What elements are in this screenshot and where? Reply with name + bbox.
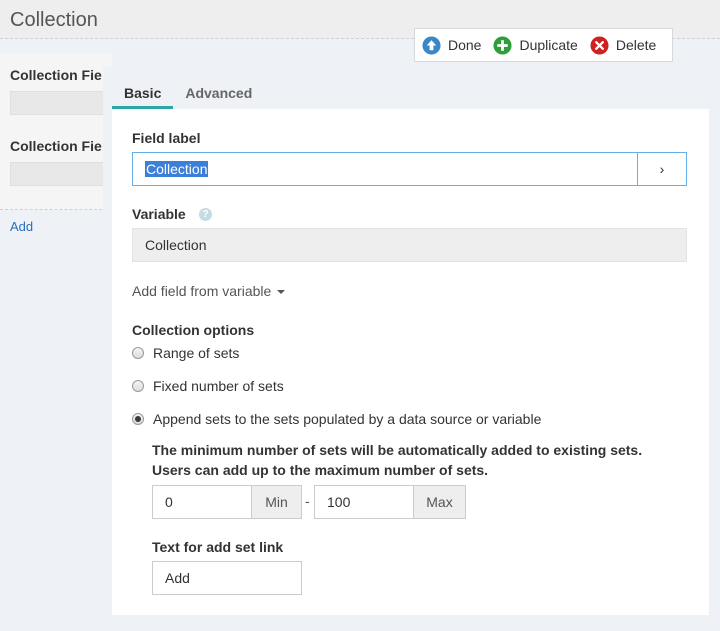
radio-append-sets[interactable]: Append sets to the sets populated by a d… [132, 411, 541, 427]
tab-advanced[interactable]: Advanced [173, 83, 264, 109]
radio-button[interactable] [132, 413, 144, 425]
radio-label: Append sets to the sets populated by a d… [153, 411, 542, 427]
field-label-input[interactable]: Collection [132, 152, 638, 186]
min-sets-input[interactable]: 0 [152, 485, 252, 519]
add-field-from-variable-label: Add field from variable [132, 283, 272, 299]
variable-value: Collection [145, 237, 207, 253]
radio-button[interactable] [132, 380, 144, 392]
min-addon: Min [251, 485, 302, 519]
radio-range-of-sets[interactable]: Range of sets [132, 345, 239, 361]
done-label: Done [448, 37, 482, 53]
radio-label: Fixed number of sets [153, 378, 284, 394]
background-field-input[interactable] [10, 91, 105, 115]
field-label-label: Field label [132, 130, 201, 146]
delete-label: Delete [615, 37, 657, 53]
background-field-label: Collection Fie [10, 138, 102, 154]
add-set-link-input[interactable]: Add [152, 561, 302, 595]
basic-settings-card: Field label Collection › Variable ? Coll… [112, 109, 709, 615]
done-button[interactable]: Done [422, 35, 482, 55]
field-editor: Basic Advanced Field label Collection › … [103, 67, 717, 631]
add-field-from-variable-dropdown[interactable]: Add field from variable [132, 283, 286, 299]
background-field-label: Collection Fie [10, 67, 102, 83]
collection-description: The minimum number of sets will be autom… [152, 440, 642, 480]
radio-label: Range of sets [153, 345, 240, 361]
variable-input: Collection [132, 228, 687, 262]
field-label-expand-button[interactable]: › [637, 152, 687, 186]
duplicate-icon [493, 35, 512, 55]
duplicate-button[interactable]: Duplicate [493, 35, 578, 55]
done-icon [422, 35, 441, 55]
max-sets-value: 100 [327, 494, 351, 510]
add-set-link-value: Add [165, 570, 190, 586]
min-sets-value: 0 [165, 494, 173, 510]
description-line: Users can add up to the maximum number o… [152, 462, 489, 478]
tab-basic[interactable]: Basic [112, 83, 174, 109]
max-addon: Max [413, 485, 466, 519]
field-label-value: Collection [145, 161, 209, 177]
radio-button[interactable] [132, 347, 144, 359]
editor-tabs: Basic Advanced [112, 83, 264, 109]
radio-fixed-number-of-sets[interactable]: Fixed number of sets [132, 378, 284, 394]
page-title: Collection [10, 9, 98, 31]
delete-button[interactable]: Delete [590, 35, 657, 55]
background-add-link[interactable]: Add [10, 219, 33, 234]
duplicate-label: Duplicate [519, 37, 578, 53]
help-icon[interactable]: ? [199, 208, 212, 221]
range-separator: - [305, 493, 310, 509]
collection-options-label: Collection options [132, 322, 255, 338]
action-bar: Done Duplicate Delete [414, 28, 673, 62]
description-line: The minimum number of sets will be autom… [152, 442, 643, 458]
variable-label: Variable [132, 206, 186, 222]
add-set-link-label: Text for add set link [152, 539, 284, 555]
max-sets-input[interactable]: 100 [314, 485, 414, 519]
caret-down-icon [277, 290, 286, 295]
delete-icon [590, 35, 609, 55]
background-field-input[interactable] [10, 162, 105, 186]
background-panel: Collection Fie Collection Fie [0, 53, 112, 210]
